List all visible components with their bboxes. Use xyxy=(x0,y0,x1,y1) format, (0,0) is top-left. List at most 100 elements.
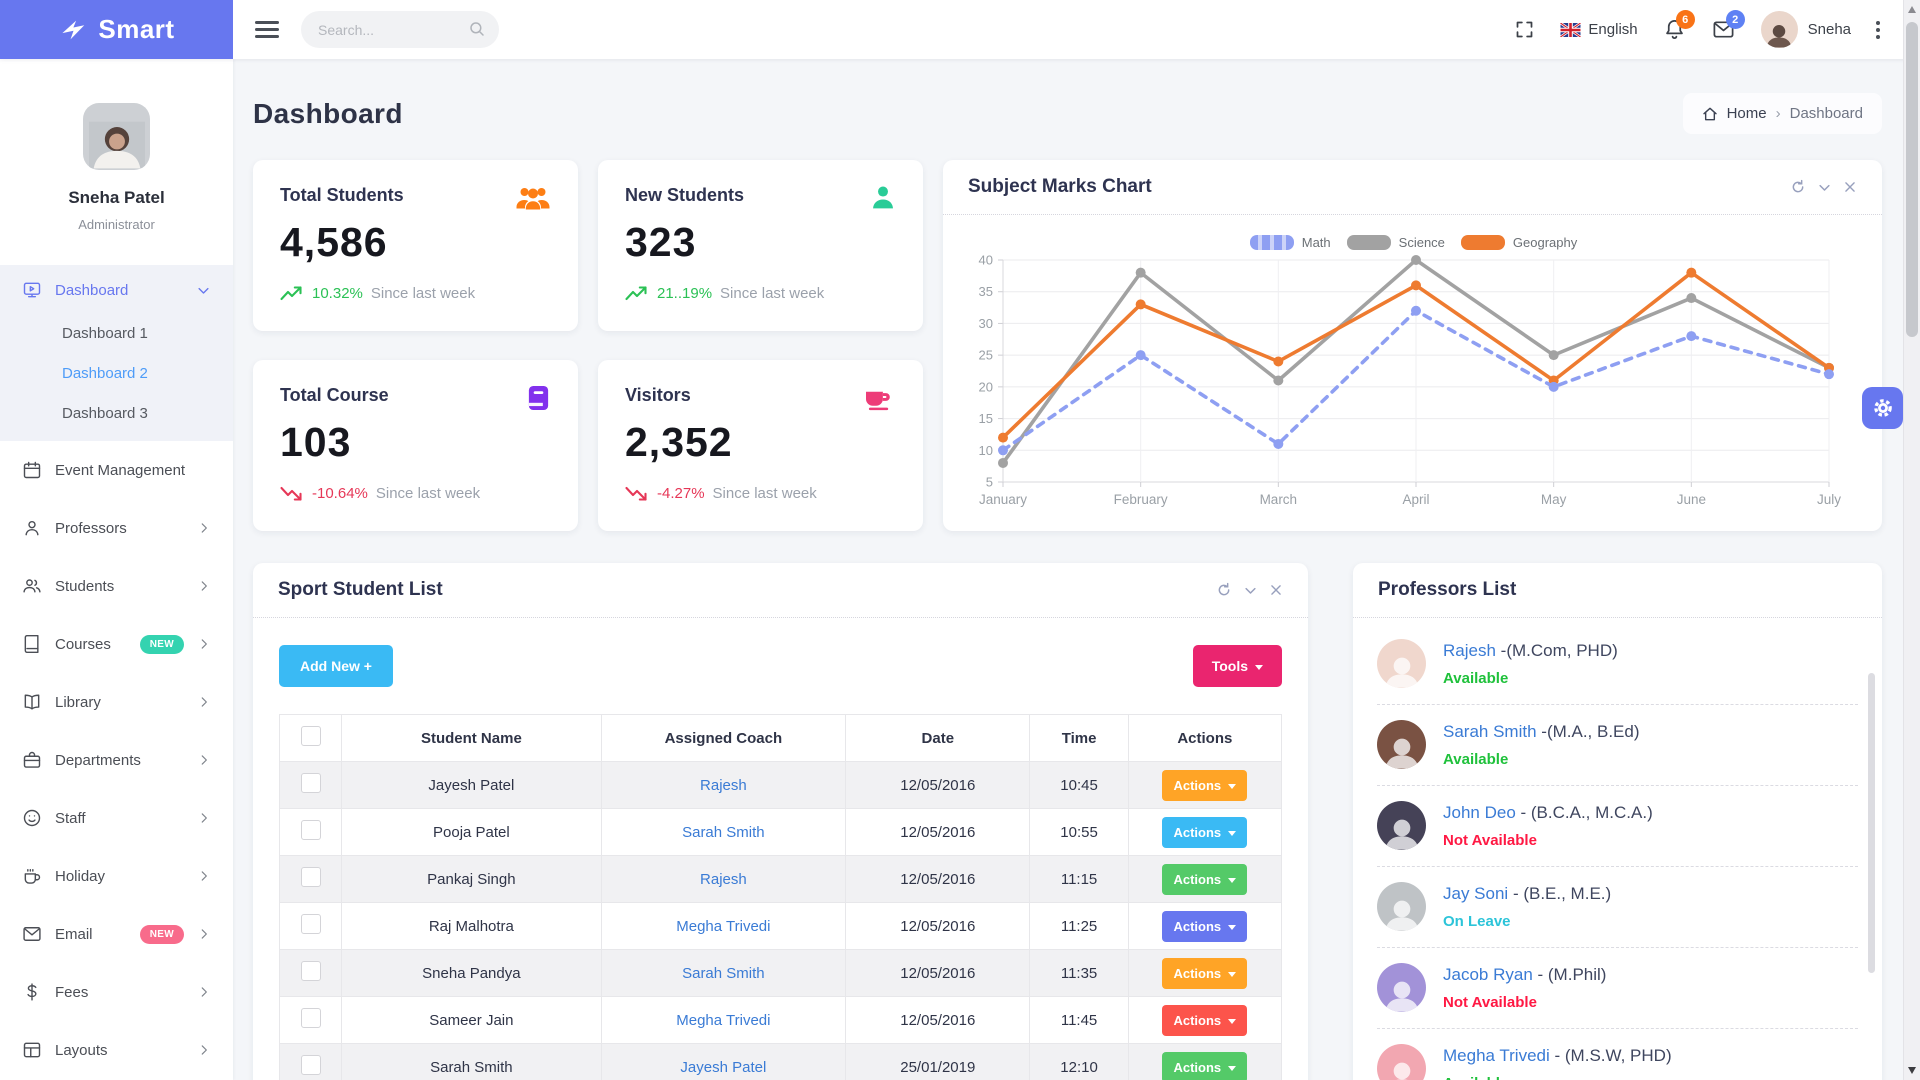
avatar xyxy=(1377,801,1426,850)
close-icon[interactable] xyxy=(1843,180,1857,194)
coach-link[interactable]: Rajesh xyxy=(700,777,747,794)
menu-toggle-icon[interactable] xyxy=(255,17,279,43)
row-checkbox[interactable] xyxy=(301,820,321,840)
status-text: Available xyxy=(1443,1075,1672,1080)
svg-text:35: 35 xyxy=(979,284,993,299)
actions-button[interactable]: Actions xyxy=(1162,864,1247,895)
sidebar-item-library[interactable]: Library xyxy=(0,673,233,731)
sidebar-subitem-dashboard-1[interactable]: Dashboard 1 xyxy=(0,313,233,353)
stat-value: 103 xyxy=(280,419,551,466)
refresh-icon[interactable] xyxy=(1216,582,1232,598)
page-scrollbar[interactable] xyxy=(1903,0,1920,1080)
actions-button[interactable]: Actions xyxy=(1162,1052,1247,1080)
add-new-button[interactable]: Add New + xyxy=(279,645,393,687)
cup-icon xyxy=(22,866,42,886)
refresh-icon[interactable] xyxy=(1790,179,1806,195)
row-checkbox[interactable] xyxy=(301,1008,321,1028)
professor-link[interactable]: John Deo xyxy=(1443,803,1516,822)
date-cell: 12/05/2016 xyxy=(846,903,1030,950)
scroll-down-icon[interactable] xyxy=(1908,1067,1916,1074)
sidebar-item-dashboard[interactable]: Dashboard xyxy=(0,267,233,313)
status-text: On Leave xyxy=(1443,913,1611,930)
chevron-right-icon xyxy=(197,811,211,825)
brand-logo[interactable]: Smart xyxy=(0,0,233,59)
sidebar-subitem-dashboard-3[interactable]: Dashboard 3 xyxy=(0,393,233,433)
sidebar-item-email[interactable]: EmailNEW xyxy=(0,905,233,963)
sidebar-item-layouts[interactable]: Layouts xyxy=(0,1021,233,1079)
sidebar-subitem-dashboard-2[interactable]: Dashboard 2 xyxy=(0,353,233,393)
coach-link[interactable]: Rajesh xyxy=(700,871,747,888)
column-header-checkbox xyxy=(280,715,342,762)
new-badge: NEW xyxy=(140,635,184,654)
row-checkbox[interactable] xyxy=(301,914,321,934)
sidebar-item-departments[interactable]: Departments xyxy=(0,731,233,789)
sidebar-item-event-management[interactable]: Event Management xyxy=(0,441,233,499)
actions-button[interactable]: Actions xyxy=(1162,1005,1247,1036)
user-menu[interactable]: Sneha xyxy=(1761,11,1851,48)
actions-button[interactable]: Actions xyxy=(1162,770,1247,801)
breadcrumb-home[interactable]: Home xyxy=(1727,105,1767,122)
sidebar-item-label: Library xyxy=(55,694,184,711)
svg-text:July: July xyxy=(1817,492,1841,507)
avatar xyxy=(1377,963,1426,1012)
tools-button[interactable]: Tools xyxy=(1193,645,1282,687)
sport-student-table: Student NameAssigned CoachDateTimeAction… xyxy=(279,714,1282,1080)
row-checkbox[interactable] xyxy=(301,867,321,887)
professor-link[interactable]: Sarah Smith xyxy=(1443,722,1537,741)
actions-button[interactable]: Actions xyxy=(1162,958,1247,989)
logo-icon xyxy=(58,15,88,45)
row-checkbox[interactable] xyxy=(301,773,321,793)
row-checkbox[interactable] xyxy=(301,1055,321,1075)
coach-link[interactable]: Megha Trivedi xyxy=(676,1012,770,1029)
sidebar-item-staff[interactable]: Staff xyxy=(0,789,233,847)
collapse-icon[interactable] xyxy=(1243,583,1258,598)
coach-link[interactable]: Jayesh Patel xyxy=(680,1059,766,1076)
stat-value: 2,352 xyxy=(625,419,896,466)
coach-link[interactable]: Sarah Smith xyxy=(682,965,765,982)
chevron-right-icon xyxy=(197,579,211,593)
collapse-icon[interactable] xyxy=(1817,180,1832,195)
professor-list-item: Sarah Smith -(M.A., B.Ed)Available xyxy=(1377,705,1858,786)
chevron-down-icon xyxy=(1228,925,1236,930)
professor-link[interactable]: Rajesh xyxy=(1443,641,1496,660)
settings-fab[interactable] xyxy=(1862,387,1903,429)
search-input[interactable] xyxy=(301,11,451,48)
notifications-button[interactable]: 6 xyxy=(1663,18,1686,41)
scroll-up-icon[interactable] xyxy=(1908,6,1916,13)
chevron-down-icon xyxy=(1255,665,1263,670)
sidebar-item-fees[interactable]: Fees xyxy=(0,963,233,1021)
fullscreen-icon[interactable] xyxy=(1514,19,1535,40)
table-row: Sarah SmithJayesh Patel25/01/201912:10Ac… xyxy=(280,1044,1282,1080)
svg-text:30: 30 xyxy=(979,316,993,331)
date-cell: 12/05/2016 xyxy=(846,950,1030,997)
actions-button[interactable]: Actions xyxy=(1162,911,1247,942)
scrollbar-thumb[interactable] xyxy=(1906,22,1918,337)
messages-button[interactable]: 2 xyxy=(1711,18,1736,41)
coach-link[interactable]: Megha Trivedi xyxy=(676,918,770,935)
actions-button[interactable]: Actions xyxy=(1162,817,1247,848)
stat-title: Visitors xyxy=(625,385,896,406)
avatar xyxy=(1377,1044,1426,1080)
more-options-icon[interactable] xyxy=(1876,18,1880,42)
professor-link[interactable]: Jay Soni xyxy=(1443,884,1508,903)
sidebar-item-courses[interactable]: CoursesNEW xyxy=(0,615,233,673)
coach-link[interactable]: Sarah Smith xyxy=(682,824,765,841)
sidebar-item-professors[interactable]: Professors xyxy=(0,499,233,557)
sidebar-item-holiday[interactable]: Holiday xyxy=(0,847,233,905)
select-all-checkbox[interactable] xyxy=(301,726,321,746)
professor-link[interactable]: Megha Trivedi xyxy=(1443,1046,1550,1065)
sidebar-item-students[interactable]: Students xyxy=(0,557,233,615)
language-selector[interactable]: English xyxy=(1560,21,1637,38)
row-checkbox[interactable] xyxy=(301,961,321,981)
close-icon[interactable] xyxy=(1269,583,1283,597)
search-icon[interactable] xyxy=(468,20,486,43)
table-row: Jayesh PatelRajesh12/05/201610:45Actions xyxy=(280,762,1282,809)
inner-scrollbar-thumb[interactable] xyxy=(1868,673,1875,973)
chevron-right-icon xyxy=(197,985,211,999)
course-book-icon xyxy=(526,384,551,417)
date-cell: 25/01/2019 xyxy=(846,1044,1030,1080)
profile-avatar[interactable] xyxy=(83,103,150,170)
gear-icon xyxy=(1872,397,1894,419)
professor-link[interactable]: Jacob Ryan xyxy=(1443,965,1533,984)
professor-degree: -(M.Com, PHD) xyxy=(1501,641,1618,660)
